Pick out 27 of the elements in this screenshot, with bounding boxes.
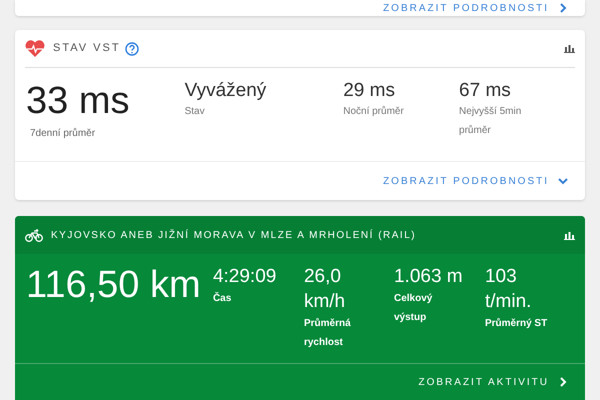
- stat-label: Nejvyšší 5min průměr: [459, 105, 522, 138]
- card-title: STAV VST: [53, 41, 121, 56]
- stat-value: 4:29:09: [212, 265, 278, 289]
- stat-value: Vyvážený: [184, 80, 268, 102]
- details-link[interactable]: ZOBRAZIT PODROBNOSTI: [383, 0, 569, 16]
- bicycle-icon: [25, 228, 43, 242]
- stat-label: Průměrný ST: [484, 317, 548, 331]
- average-label: 7denní průměr: [30, 127, 96, 141]
- average-value: 33 ms: [26, 80, 130, 122]
- stat-value: 26,0 km/h: [304, 265, 346, 314]
- stat-label: Čas: [212, 291, 232, 306]
- bar-chart-icon[interactable]: [564, 44, 575, 53]
- details-link[interactable]: ZOBRAZIT PODROBNOSTI: [383, 174, 569, 188]
- distance-value: 116,50 km: [26, 264, 202, 308]
- stat-label: Průměrná rychlost: [304, 317, 352, 350]
- stat-label: Stav: [184, 105, 206, 119]
- help-icon[interactable]: [124, 42, 139, 56]
- bar-chart-icon[interactable]: [564, 230, 575, 240]
- stat-value: 29 ms: [343, 80, 396, 102]
- heart-icon: [25, 40, 45, 57]
- stat-label: Noční průměr: [343, 105, 405, 119]
- stat-value: 67 ms: [459, 80, 512, 102]
- activity-title: KYJOVSKO ANEB JIŽNÍ MORAVA V MLZE A MRHOLENÍ (RAIL): [51, 228, 416, 242]
- activity-link[interactable]: ZOBRAZIT AKTIVITU: [418, 374, 569, 390]
- stat-value: 103 t/min.: [484, 265, 532, 314]
- stat-label: Celkový výstup: [394, 292, 434, 325]
- stat-value: 1.063 m: [394, 265, 464, 289]
